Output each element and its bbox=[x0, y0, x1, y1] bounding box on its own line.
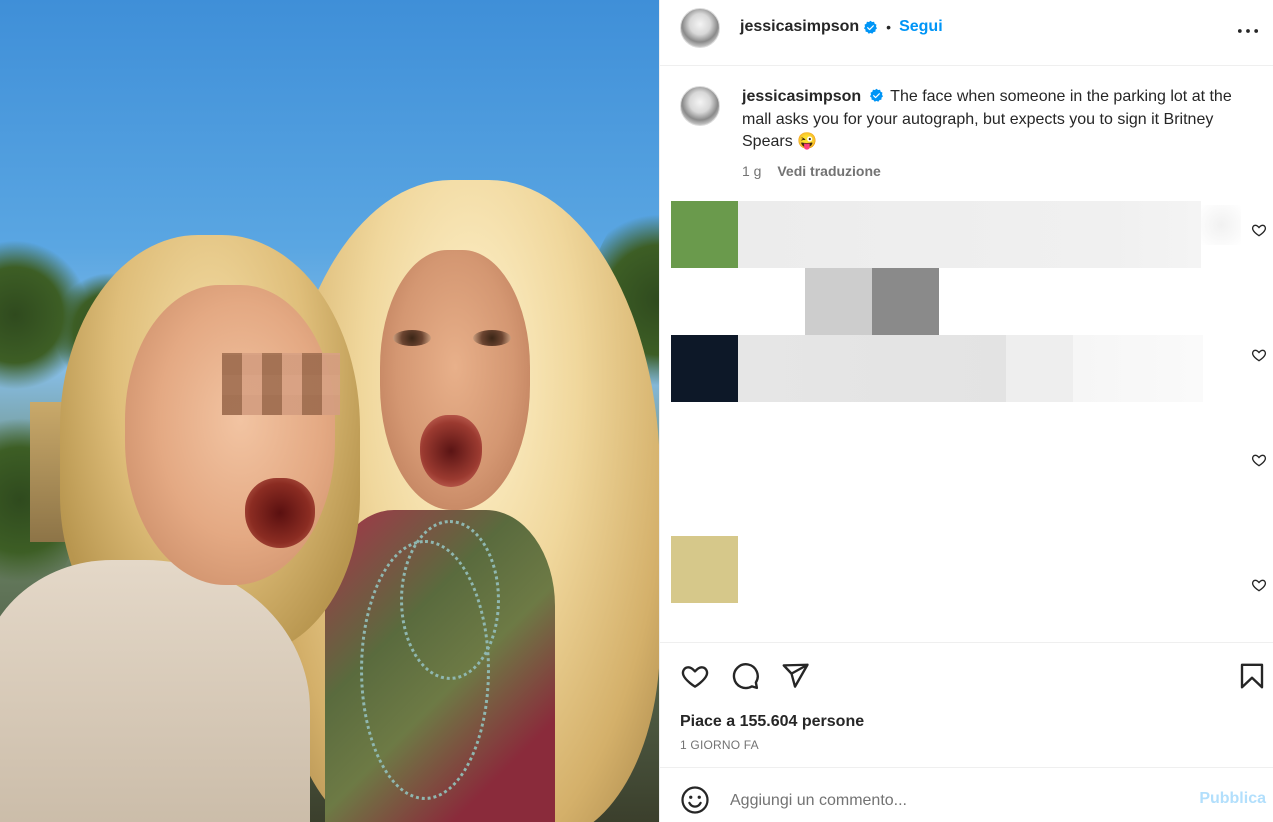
translate-button[interactable]: Vedi traduzione bbox=[777, 163, 880, 179]
censored-comment-block bbox=[872, 268, 939, 335]
comment-icon[interactable] bbox=[730, 661, 760, 691]
avatar[interactable] bbox=[680, 8, 720, 48]
pixelated-eyes bbox=[222, 353, 340, 415]
person-left-face bbox=[125, 285, 335, 585]
avatar[interactable] bbox=[680, 86, 720, 126]
share-icon[interactable] bbox=[780, 661, 810, 691]
censored-comment-avatar bbox=[671, 536, 738, 603]
post-side-panel: jessicasimpson • Segui jessicasimpson Th… bbox=[659, 0, 1273, 822]
separator-dot: • bbox=[886, 19, 892, 35]
comment-like-heart-icon[interactable] bbox=[1251, 347, 1267, 363]
caption-username[interactable]: jessicasimpson bbox=[742, 88, 861, 105]
comment-like-heart-icon[interactable] bbox=[1251, 577, 1267, 593]
person-right-mouth bbox=[420, 415, 482, 487]
censored-comment-block bbox=[1006, 335, 1073, 402]
emoji-icon[interactable] bbox=[680, 785, 710, 815]
eye bbox=[393, 330, 431, 346]
verified-badge-icon bbox=[864, 20, 878, 34]
bookmark-icon[interactable] bbox=[1237, 661, 1267, 691]
comment-like-heart-icon[interactable] bbox=[1251, 452, 1267, 468]
comment-input[interactable] bbox=[730, 788, 1160, 814]
post-photo[interactable] bbox=[0, 0, 659, 822]
necklace bbox=[360, 540, 490, 800]
comment-like-heart-icon[interactable] bbox=[1251, 222, 1267, 238]
post-date: 1 GIORNO FA bbox=[680, 738, 759, 752]
post-actions: Piace a 155.604 persone 1 GIORNO FA bbox=[660, 642, 1273, 767]
heart-icon[interactable] bbox=[680, 661, 710, 691]
censored-comment-block bbox=[805, 268, 872, 335]
caption-meta: 1 g Vedi traduzione bbox=[742, 163, 881, 179]
caption-text: jessicasimpson The face when someone in … bbox=[742, 86, 1252, 154]
person-left-mouth bbox=[245, 478, 315, 548]
censored-comment-avatar bbox=[671, 201, 738, 268]
publish-button[interactable]: Pubblica bbox=[1199, 790, 1266, 808]
more-horizontal-icon[interactable] bbox=[1234, 17, 1262, 45]
censored-comment-block bbox=[1073, 335, 1203, 402]
username[interactable]: jessicasimpson bbox=[740, 18, 859, 36]
censored-comment-block bbox=[738, 335, 1006, 402]
eye bbox=[473, 330, 511, 346]
follow-button[interactable]: Segui bbox=[899, 18, 943, 36]
likes-count[interactable]: Piace a 155.604 persone bbox=[680, 713, 864, 731]
censored-comment-avatar bbox=[671, 335, 738, 402]
verified-badge-icon bbox=[870, 88, 884, 102]
time-ago: 1 g bbox=[742, 163, 762, 179]
censored-comment-block bbox=[738, 201, 1201, 268]
comment-bar: Pubblica bbox=[660, 767, 1273, 822]
censored-comment-block bbox=[1201, 205, 1241, 245]
post-header: jessicasimpson • Segui bbox=[660, 0, 1273, 66]
